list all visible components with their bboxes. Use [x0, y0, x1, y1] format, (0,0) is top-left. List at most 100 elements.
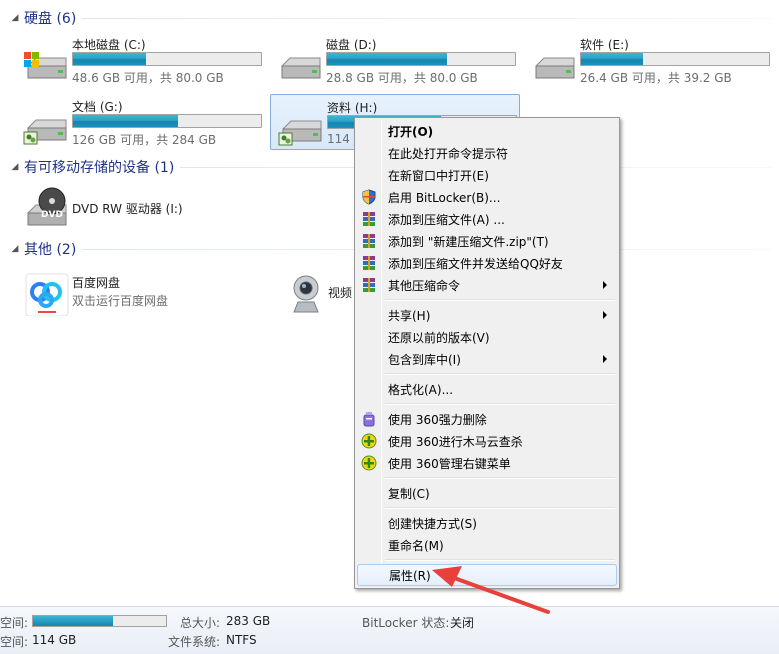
- drive-space-info: 48.6 GB 可用，共 80.0 GB: [72, 71, 224, 85]
- space-used-label: 空间:: [0, 616, 29, 630]
- total-size-value: 283 GB: [226, 614, 271, 628]
- item-name: 百度网盘: [72, 276, 121, 290]
- menu-separator: [385, 559, 615, 561]
- drive-usage-bar: [326, 52, 516, 66]
- dvd-badge: DVD: [41, 210, 63, 220]
- shared-drive-icon: [23, 119, 67, 145]
- drive-usage-fill: [73, 53, 147, 65]
- group-title: 硬盘 (6): [24, 11, 77, 27]
- details-usage-bar: [32, 615, 167, 627]
- menu-item-open-cmd-here[interactable]: 在此处打开命令提示符: [357, 142, 617, 164]
- menu-item-label: 添加到压缩文件(A) ...: [388, 212, 505, 227]
- menu-item-bitlocker[interactable]: 启用 BitLocker(B)...: [357, 186, 617, 208]
- dvd-drive[interactable]: DVD DVD RW 驱动器 (I:): [16, 183, 256, 231]
- winrar-icon: [363, 278, 375, 292]
- shield-icon: [362, 189, 376, 205]
- drive-usage-fill: [327, 53, 448, 65]
- context-menu: 打开(O) 在此处打开命令提示符 在新窗口中打开(E) 启用 BitLocker…: [354, 117, 620, 589]
- winrar-icon: [363, 212, 375, 226]
- menu-item-label: 创建快捷方式(S): [388, 516, 477, 531]
- details-usage-fill: [33, 616, 113, 626]
- menu-item-format[interactable]: 格式化(A)...: [357, 378, 617, 400]
- drive-space-info: 114: [327, 132, 350, 146]
- menu-separator: [385, 373, 615, 375]
- submenu-arrow-icon: [603, 355, 607, 363]
- details-pane: 空间: 总大小: 283 GB BitLocker 状态: 关闭 空间: 114…: [0, 606, 779, 654]
- menu-item-add-send-qq[interactable]: 添加到压缩文件并发送给QQ好友: [357, 252, 617, 274]
- menu-item-add-zip[interactable]: 添加到 "新建压缩文件.zip"(T): [357, 230, 617, 252]
- menu-item-open[interactable]: 打开(O): [357, 120, 617, 142]
- 360-delete-icon: [363, 412, 375, 427]
- drive-c[interactable]: 本地磁盘 (C:) 48.6 GB 可用，共 80.0 GB: [16, 32, 266, 88]
- menu-item-restore-versions[interactable]: 还原以前的版本(V): [357, 326, 617, 348]
- total-size-label: 总大小:: [180, 616, 221, 630]
- menu-item-label: 启用 BitLocker(B)...: [388, 190, 501, 205]
- 360-manage-icon: [361, 455, 377, 471]
- space-free-value: 114 GB: [32, 633, 77, 647]
- menu-item-copy[interactable]: 复制(C): [357, 482, 617, 504]
- drive-name: 资料 (H:): [327, 101, 378, 115]
- drive-usage-fill: [73, 115, 179, 127]
- menu-item-share[interactable]: 共享(H): [357, 304, 617, 326]
- filesystem-value: NTFS: [226, 633, 257, 647]
- menu-item-create-shortcut[interactable]: 创建快捷方式(S): [357, 512, 617, 534]
- menu-item-more-compress[interactable]: 其他压缩命令: [357, 274, 617, 296]
- drive-space-info: 28.8 GB 可用，共 80.0 GB: [326, 71, 478, 85]
- hard-drive-icon: [281, 57, 321, 79]
- bitlocker-label: BitLocker 状态:: [362, 616, 450, 630]
- menu-item-add-archive[interactable]: 添加到压缩文件(A) ...: [357, 208, 617, 230]
- group-divider: [82, 17, 771, 19]
- webcam-icon: [293, 275, 319, 313]
- drive-space-info: 126 GB 可用，共 284 GB: [72, 133, 217, 147]
- menu-item-label: 使用 360进行木马云查杀: [388, 434, 523, 449]
- menu-item-label: 在此处打开命令提示符: [388, 146, 509, 161]
- group-title: 有可移动存储的设备 (1): [24, 160, 175, 176]
- menu-item-properties[interactable]: 属性(R): [357, 564, 617, 586]
- dvd-drive-name: DVD RW 驱动器 (I:): [72, 202, 183, 216]
- menu-item-rename[interactable]: 重命名(M): [357, 534, 617, 556]
- drive-usage-fill: [581, 53, 644, 65]
- drive-usage-bar: [72, 114, 262, 128]
- drive-name: 文档 (G:): [72, 100, 123, 114]
- bitlocker-value: 关闭: [450, 616, 475, 630]
- group-header-hard-disks[interactable]: ◢ 硬盘 (6): [0, 8, 779, 28]
- baidu-netdisk-item[interactable]: 百度网盘 双击运行百度网盘: [16, 268, 256, 316]
- item-description: 双击运行百度网盘: [72, 294, 169, 308]
- collapse-chevron-icon[interactable]: ◢: [8, 244, 22, 254]
- menu-item-label: 复制(C): [388, 486, 430, 501]
- submenu-arrow-icon: [603, 281, 607, 289]
- menu-separator: [385, 507, 615, 509]
- menu-item-360-scan[interactable]: 使用 360进行木马云查杀: [357, 430, 617, 452]
- menu-item-include-library[interactable]: 包含到库中(I): [357, 348, 617, 370]
- menu-item-label: 属性(R): [389, 568, 431, 583]
- item-name: 视频: [328, 286, 353, 300]
- drive-g[interactable]: 文档 (G:) 126 GB 可用，共 284 GB: [16, 94, 266, 150]
- winrar-icon: [363, 234, 375, 248]
- menu-item-360-delete[interactable]: 使用 360强力删除: [357, 408, 617, 430]
- menu-item-label: 重命名(M): [388, 538, 444, 553]
- collapse-chevron-icon[interactable]: ◢: [8, 13, 22, 23]
- drive-d[interactable]: 磁盘 (D:) 28.8 GB 可用，共 80.0 GB: [270, 32, 520, 88]
- drive-usage-bar: [72, 52, 262, 66]
- menu-item-label: 包含到库中(I): [388, 352, 461, 367]
- collapse-chevron-icon[interactable]: ◢: [8, 162, 22, 172]
- menu-item-360-manage[interactable]: 使用 360管理右键菜单: [357, 452, 617, 474]
- menu-item-label: 还原以前的版本(V): [388, 330, 490, 345]
- space-free-label: 空间:: [0, 635, 29, 649]
- filesystem-label: 文件系统:: [168, 635, 221, 649]
- drive-usage-bar: [580, 52, 770, 66]
- menu-item-label: 使用 360强力删除: [388, 412, 487, 427]
- submenu-arrow-icon: [603, 311, 607, 319]
- menu-separator: [385, 403, 615, 405]
- menu-separator: [385, 477, 615, 479]
- menu-item-open-new-window[interactable]: 在新窗口中打开(E): [357, 164, 617, 186]
- dvd-drive-icon: DVD: [27, 187, 67, 226]
- drive-e[interactable]: 软件 (E:) 26.4 GB 可用，共 39.2 GB: [524, 32, 774, 88]
- drive-name: 磁盘 (D:): [326, 38, 377, 52]
- menu-item-label: 共享(H): [388, 308, 431, 323]
- menu-item-label: 格式化(A)...: [388, 382, 454, 397]
- drive-name: 软件 (E:): [580, 38, 629, 52]
- windows-drive-icon: [24, 52, 67, 79]
- menu-item-label: 添加到 "新建压缩文件.zip"(T): [388, 234, 549, 249]
- menu-item-label: 使用 360管理右键菜单: [388, 456, 511, 471]
